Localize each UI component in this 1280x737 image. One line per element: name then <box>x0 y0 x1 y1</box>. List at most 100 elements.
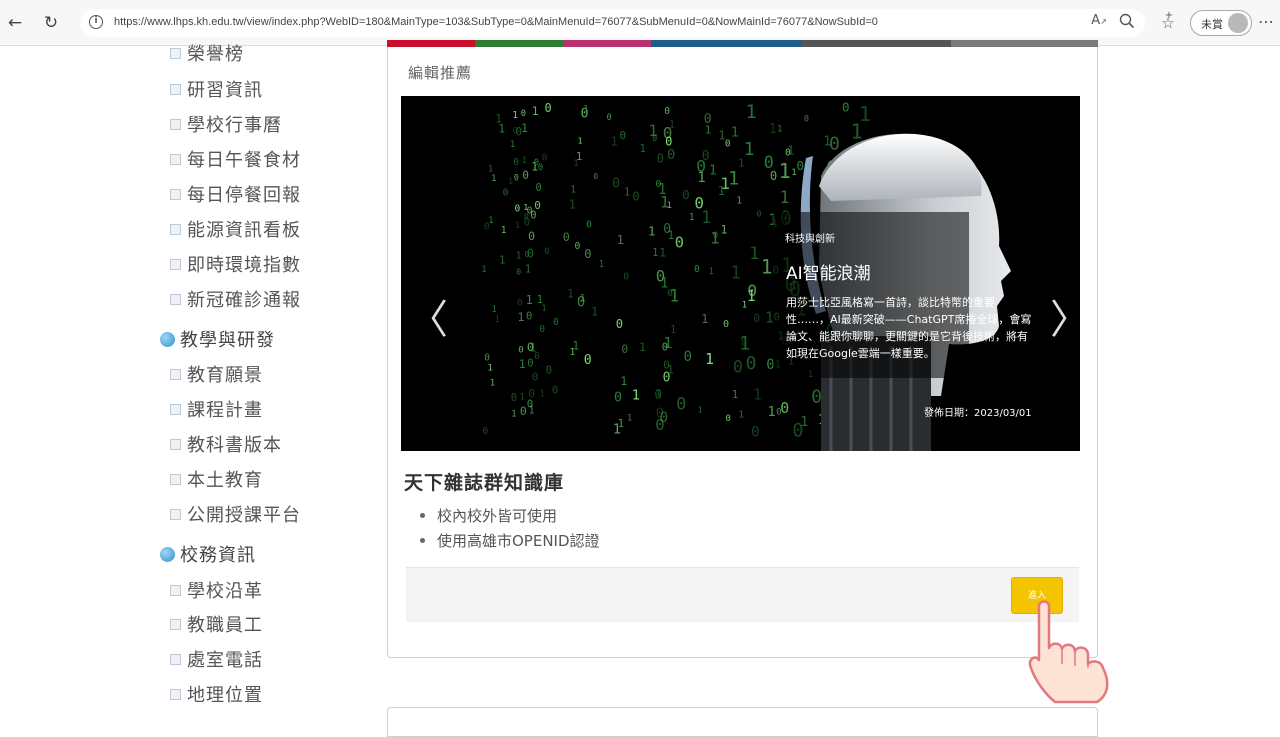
binary-digit: 1 <box>572 338 579 352</box>
next-panel <box>387 707 1098 737</box>
binary-digit: 1 <box>618 417 624 430</box>
sidebar-item-location[interactable]: 地理位置 <box>170 679 263 709</box>
info-icon[interactable]: i <box>89 15 103 29</box>
binary-digit: 1 <box>732 389 738 401</box>
color-bar-segment <box>387 40 475 47</box>
binary-digit: 0 <box>757 209 762 219</box>
binary-digit: 1 <box>669 287 679 306</box>
binary-digit: 0 <box>528 229 535 243</box>
sidebar-item-calendar[interactable]: 學校行事曆 <box>170 109 282 139</box>
binary-digit: 1 <box>512 110 518 121</box>
sidebar-item-staff[interactable]: 教職員工 <box>170 609 263 639</box>
binary-digit: 0 <box>632 188 640 203</box>
color-bar-segment <box>651 40 801 47</box>
color-bar-segment <box>801 40 951 47</box>
back-icon[interactable]: ← <box>4 12 26 34</box>
binary-digit: 0 <box>515 204 521 215</box>
sidebar-item-local-education[interactable]: 本土教育 <box>170 464 263 494</box>
more-icon[interactable]: ⋯ <box>1258 12 1274 31</box>
binary-digit: 1 <box>570 184 576 195</box>
bullet-dot <box>420 538 425 543</box>
binary-digit: 0 <box>675 234 684 252</box>
binary-digit: 1 <box>580 293 586 304</box>
binary-digit: 1 <box>667 201 672 211</box>
binary-digit: 1 <box>610 135 618 150</box>
binary-digit: 1 <box>689 212 695 223</box>
binary-digit: 1 <box>780 188 790 207</box>
sidebar-item-curriculum[interactable]: 課程計畫 <box>170 394 263 424</box>
binary-digit: 0 <box>776 407 781 417</box>
carousel-next-icon[interactable]: 〉 <box>1050 300 1090 340</box>
binary-digit: 0 <box>746 353 757 374</box>
bullet-icon <box>170 47 181 59</box>
binary-digit: 1 <box>620 374 627 388</box>
binary-digit: 1 <box>569 197 576 212</box>
binary-digit: 1 <box>525 263 531 276</box>
ai-robot-image: 0010011110010100001111100010001011010001… <box>481 100 1011 451</box>
profile-button[interactable]: 未賞 <box>1190 10 1252 36</box>
sidebar-item-training[interactable]: 研習資訊 <box>170 74 263 104</box>
binary-digit: 0 <box>528 387 535 401</box>
binary-digit: 1 <box>492 304 497 314</box>
binary-digit: 0 <box>542 152 548 163</box>
binary-digit: 1 <box>522 156 527 166</box>
binary-digit: 0 <box>804 113 809 123</box>
binary-digit: 1 <box>660 276 668 292</box>
binary-digit: 1 <box>739 333 750 354</box>
binary-digit: 0 <box>552 383 558 396</box>
url-text[interactable]: https://www.lhps.kh.edu.tw/view/index.ph… <box>114 16 878 28</box>
sidebar-item-open-class[interactable]: 公開授課平台 <box>170 499 301 529</box>
binary-digit: 0 <box>621 343 628 356</box>
sidebar-item-vision[interactable]: 教育願景 <box>170 359 263 389</box>
carousel-image[interactable]: 0010011110010100001111100010001011010001… <box>401 96 1080 451</box>
bullet-dot <box>420 513 425 518</box>
bullet-icon <box>170 688 181 700</box>
binary-digit: 1 <box>701 208 711 227</box>
binary-digit: 1 <box>648 224 655 239</box>
color-bar-segment <box>951 40 1098 47</box>
binary-digit: 1 <box>656 390 661 400</box>
binary-digit: 0 <box>842 100 850 115</box>
carousel-prev-icon[interactable]: 〈 <box>408 300 448 340</box>
sidebar-item-honors[interactable]: 榮譽榜 <box>170 38 244 68</box>
binary-digit: 0 <box>536 182 542 194</box>
binary-digit: 0 <box>723 319 729 330</box>
binary-digit: 0 <box>518 345 523 355</box>
binary-digit: 1 <box>511 410 516 420</box>
binary-digit: 1 <box>668 229 675 242</box>
sidebar-category-teaching[interactable]: 教學與研發 <box>160 324 275 354</box>
refresh-icon[interactable]: ↻ <box>40 12 62 34</box>
binary-digit: 1 <box>542 303 547 313</box>
color-bar-segment <box>563 40 651 47</box>
caption-title[interactable]: AI智能浪潮 <box>786 259 871 284</box>
binary-digit: 0 <box>575 241 581 252</box>
bullet-icon <box>170 223 181 235</box>
sidebar-item-lunch[interactable]: 每日午餐食材 <box>170 144 301 174</box>
binary-digit: 1 <box>498 123 505 136</box>
binary-digit: 0 <box>726 414 731 424</box>
binary-digit: 0 <box>563 230 570 244</box>
sidebar-item-covid[interactable]: 新冠確診通報 <box>170 284 301 314</box>
sidebar-item-meal-stop[interactable]: 每日停餐回報 <box>170 179 301 209</box>
bullet-icon <box>170 118 181 130</box>
binary-digit: 1 <box>499 253 505 266</box>
sidebar-item-energy[interactable]: 能源資訊看板 <box>170 214 301 244</box>
bullet-icon <box>170 618 181 630</box>
panel-color-bar <box>387 40 1098 47</box>
binary-digit: 1 <box>639 341 646 354</box>
binary-digit: 1 <box>779 159 791 183</box>
sidebar-item-history[interactable]: 學校沿革 <box>170 575 263 605</box>
bullet-icon <box>170 438 181 450</box>
sidebar-category-school-info[interactable]: 校務資訊 <box>160 539 256 569</box>
read-aloud-icon[interactable]: A↗ <box>1089 11 1109 31</box>
zoom-icon[interactable] <box>1117 13 1137 33</box>
binary-digit: 0 <box>607 112 612 122</box>
sidebar-item-textbook[interactable]: 教科書版本 <box>170 429 282 459</box>
bullet-icon <box>170 368 181 380</box>
binary-digit: 1 <box>761 255 773 278</box>
address-bar[interactable]: i https://www.lhps.kh.edu.tw/view/index.… <box>80 9 1145 37</box>
binary-digit: 0 <box>515 126 522 139</box>
binary-digit: 1 <box>753 387 762 404</box>
sidebar-item-phone[interactable]: 處室電話 <box>170 644 263 674</box>
sidebar-item-environment[interactable]: 即時環境指數 <box>170 249 301 279</box>
